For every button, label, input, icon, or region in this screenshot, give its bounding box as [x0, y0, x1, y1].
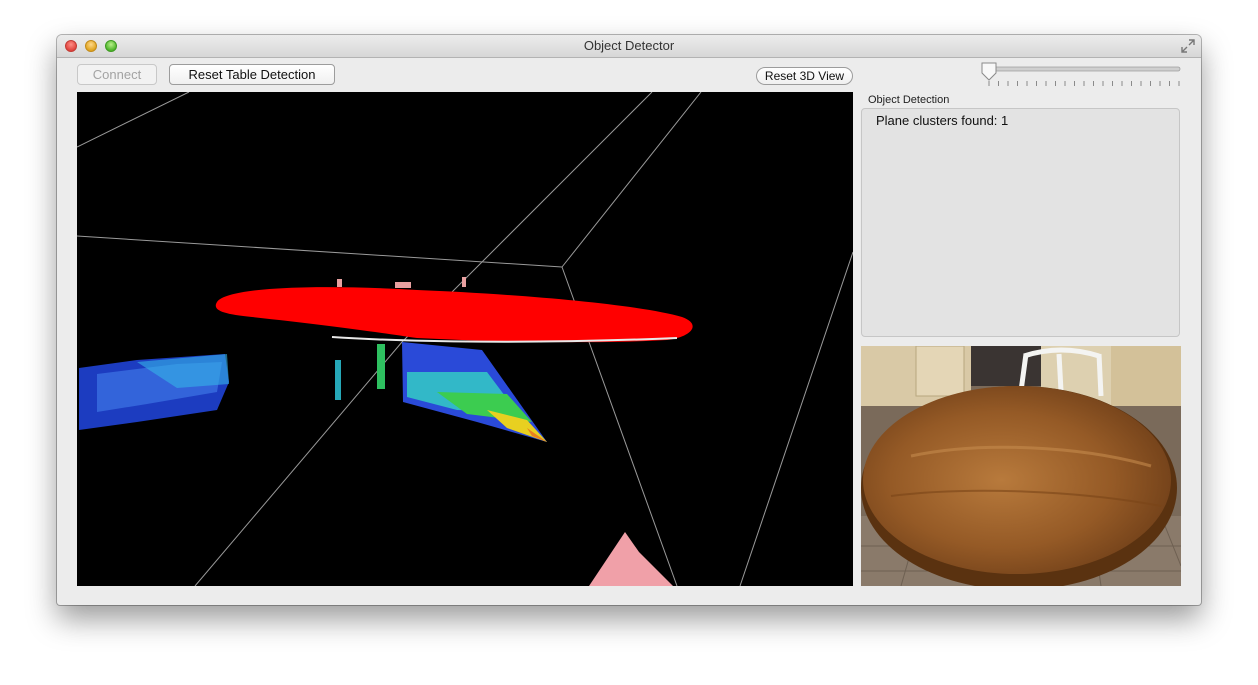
point-cloud-canvas[interactable] [77, 92, 853, 586]
slider-ticks [988, 81, 1180, 86]
gradient-point-cluster [402, 342, 547, 442]
plane-clusters-status: Plane clusters found: 1 [876, 113, 1009, 128]
camera-image [861, 346, 1181, 586]
fullscreen-icon[interactable] [1181, 39, 1195, 53]
camera-preview [861, 346, 1181, 586]
point-cloud-3d-view[interactable] [77, 92, 853, 586]
blue-point-cluster [79, 354, 229, 430]
app-window: Object Detector Connect Reset Table Dete… [57, 35, 1201, 605]
slider-thumb[interactable] [981, 62, 997, 81]
reset-table-detection-button[interactable]: Reset Table Detection [169, 64, 335, 85]
connect-button[interactable]: Connect [77, 64, 157, 85]
object-detection-panel: Plane clusters found: 1 [861, 108, 1180, 337]
title-bar[interactable]: Object Detector [57, 35, 1201, 58]
window-title: Object Detector [583, 38, 675, 53]
table-plane-cluster [215, 277, 693, 343]
reset-3d-view-button[interactable]: Reset 3D View [756, 67, 853, 85]
zoom-slider[interactable] [980, 61, 1182, 91]
object-detection-group-label: Object Detection [868, 94, 950, 106]
